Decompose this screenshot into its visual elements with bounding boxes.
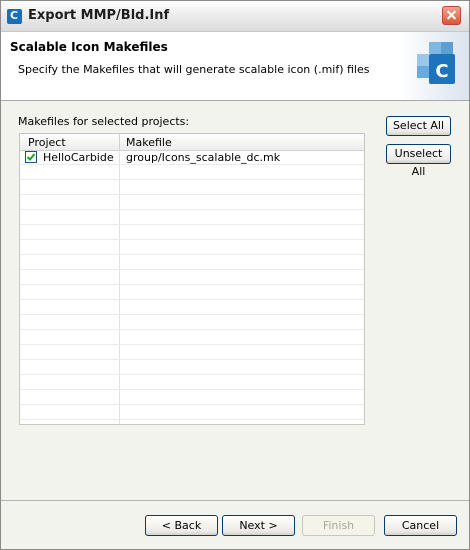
page-description: Specify the Makefiles that will generate… — [18, 63, 370, 76]
column-header-project[interactable]: Project — [28, 136, 66, 149]
empty-table-row — [20, 345, 364, 360]
wizard-header: Scalable Icon Makefiles Specify the Make… — [1, 32, 469, 101]
wizard-content: Makefiles for selected projects: Project… — [1, 101, 469, 501]
empty-table-row — [20, 210, 364, 225]
wizard-banner: C — [399, 32, 469, 100]
empty-table-row — [20, 255, 364, 270]
title-bar[interactable]: Export MMP/Bld.Inf — [1, 1, 469, 32]
carbide-app-icon — [7, 9, 22, 24]
finish-button: Finish — [302, 515, 375, 536]
select-all-button[interactable]: Select All — [386, 116, 451, 136]
empty-table-row — [20, 225, 364, 240]
cancel-button[interactable]: Cancel — [384, 515, 457, 536]
dialog-window: Export MMP/Bld.Inf Scalable Icon Makefil… — [0, 0, 470, 550]
empty-table-row — [20, 330, 364, 345]
empty-table-row — [20, 195, 364, 210]
carbide-banner-icon: C — [417, 42, 455, 84]
empty-table-row — [20, 270, 364, 285]
empty-table-row — [20, 315, 364, 330]
makefiles-table[interactable]: Project Makefile HelloCarbide group/Icons… — [19, 133, 365, 425]
footer-separator — [1, 500, 469, 501]
empty-table-row — [20, 300, 364, 315]
empty-table-row — [20, 285, 364, 300]
unselect-all-button[interactable]: Unselect All — [386, 144, 451, 178]
empty-table-row — [20, 180, 364, 195]
makefiles-label: Makefiles for selected projects: — [18, 115, 190, 128]
empty-table-row — [20, 390, 364, 405]
svg-text:C: C — [435, 61, 448, 82]
makefile-cell[interactable]: group/Icons_scalable_dc.mk — [126, 151, 280, 164]
table-row[interactable]: HelloCarbide group/Icons_scalable_dc.mk — [20, 150, 364, 165]
page-title: Scalable Icon Makefiles — [10, 40, 168, 54]
next-button[interactable]: Next > — [222, 515, 295, 536]
checkmark-icon — [26, 153, 36, 161]
empty-table-row — [20, 405, 364, 420]
empty-table-row — [20, 375, 364, 390]
empty-table-row — [20, 240, 364, 255]
empty-table-row — [20, 360, 364, 375]
project-checkbox[interactable] — [25, 151, 37, 163]
column-divider[interactable] — [119, 134, 120, 150]
close-button[interactable] — [442, 6, 461, 25]
empty-table-row — [20, 165, 364, 180]
column-header-makefile[interactable]: Makefile — [126, 136, 172, 149]
back-button[interactable]: < Back — [145, 515, 218, 536]
window-title: Export MMP/Bld.Inf — [28, 8, 170, 23]
project-cell: HelloCarbide — [43, 151, 114, 164]
table-header: Project Makefile — [20, 134, 364, 151]
